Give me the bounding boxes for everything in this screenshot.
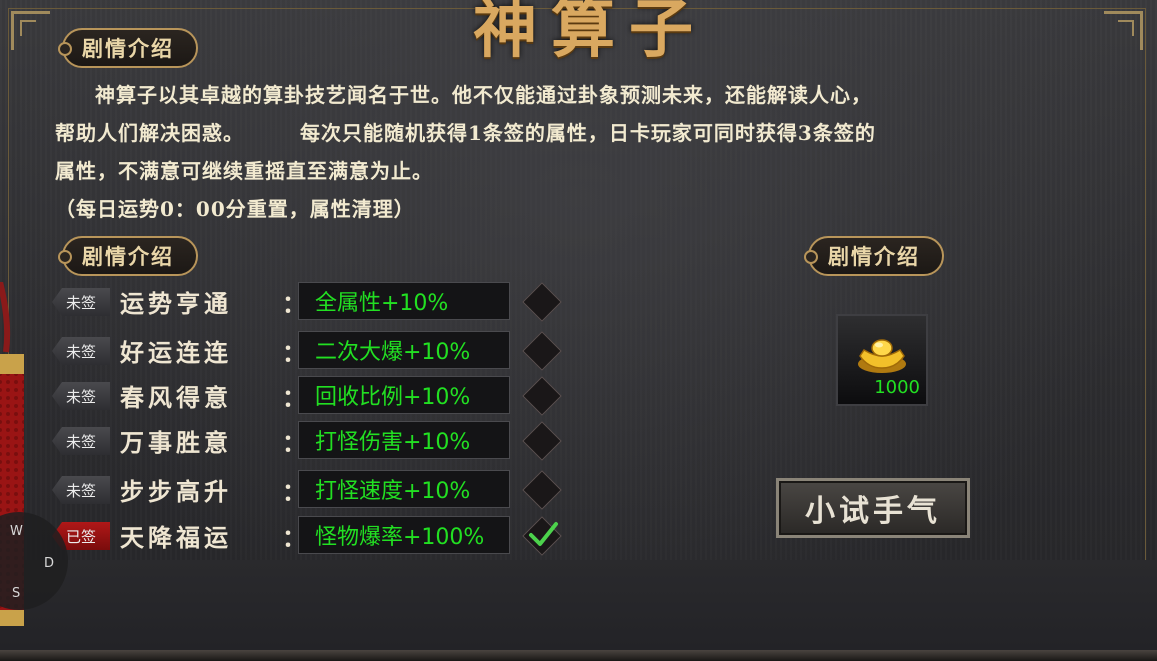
description-line: 属性，不满意可继续重摇直至满意为止。 [55, 159, 433, 183]
unchecked-diamond-icon[interactable] [522, 470, 562, 510]
joystick-key-right: D [44, 556, 55, 571]
try-luck-button[interactable]: 小试手气 [776, 478, 970, 538]
sign-status-tag: 未签 [52, 427, 110, 455]
fortune-row: 未签 万事胜意 ： 打怪伤害+10% [50, 421, 570, 461]
sign-status-tag: 未签 [52, 476, 110, 504]
fortune-row: 未签 春风得意 ： 回收比例+10% [50, 376, 570, 416]
fortune-attribute: 怪物爆率+100% [298, 516, 510, 554]
fortune-attribute: 二次大爆+10% [298, 331, 510, 369]
fortune-attribute: 回收比例+10% [298, 376, 510, 414]
unchecked-diamond-icon[interactable] [522, 376, 562, 416]
section-title-label: 剧情介绍 [828, 244, 920, 269]
panel-title: 神算子 [473, 0, 707, 67]
unchecked-diamond-icon[interactable] [522, 282, 562, 322]
unchecked-diamond-icon[interactable] [522, 331, 562, 371]
bottom-band [0, 560, 1157, 661]
joystick-key-up: W [10, 524, 23, 539]
description-line: 每次只能随机获得1条签的属性，日卡玩家可同时获得3条签的 [300, 121, 876, 145]
knot-ornament-icon [58, 42, 72, 56]
sign-status-tag: 未签 [52, 288, 110, 316]
fortune-name: 天降福运 [120, 523, 232, 552]
knot-ornament-icon [804, 250, 818, 264]
fortune-name: 万事胜意 [120, 428, 232, 457]
sign-status-tag: 未签 [52, 337, 110, 365]
frame-corner-ornament [11, 11, 50, 50]
description-line: 神算子以其卓越的算卦技艺闻名于世。他不仅能通过卦象预测未来，还能解读人心， [95, 83, 872, 107]
frame-corner-ornament [1104, 11, 1143, 50]
fortune-row: 已签 天降福运 ： 怪物爆率+100% [50, 516, 570, 556]
story-description: 神算子以其卓越的算卦技艺闻名于世。他不仅能通过卦象预测未来，还能解读人心， 帮助… [55, 76, 1095, 228]
sign-status-tag: 未签 [52, 382, 110, 410]
reward-item-slot[interactable]: 1000 [836, 314, 928, 406]
fortune-row: 未签 运势亨通 ： 全属性+10% [50, 282, 570, 322]
unchecked-diamond-icon[interactable] [522, 421, 562, 461]
fortune-name: 运势亨通 [120, 289, 232, 318]
joystick-key-down: S [12, 586, 21, 601]
section-title-label: 剧情介绍 [82, 36, 174, 61]
section-title-label: 剧情介绍 [82, 244, 174, 269]
section-title-story: 剧情介绍 [58, 28, 198, 68]
knot-ornament-icon [58, 250, 72, 264]
section-title-reward: 剧情介绍 [804, 236, 944, 276]
fortune-attribute: 全属性+10% [298, 282, 510, 320]
bottom-border [0, 650, 1157, 661]
fortune-attribute: 打怪速度+10% [298, 470, 510, 508]
fortune-name: 春风得意 [120, 383, 232, 412]
fortune-row: 未签 步步高升 ： 打怪速度+10% [50, 470, 570, 510]
section-title-attributes: 剧情介绍 [58, 236, 198, 276]
fortune-name: 步步高升 [120, 477, 232, 506]
reward-count: 1000 [874, 377, 920, 398]
fortune-row: 未签 好运连连 ： 二次大爆+10% [50, 331, 570, 371]
reset-note: （每日运势0：00分重置，属性清理） [55, 197, 415, 221]
fortune-panel: 神算子 剧情介绍 神算子以其卓越的算卦技艺闻名于世。他不仅能通过卦象预测未来，还… [0, 0, 1157, 661]
fortune-attribute: 打怪伤害+10% [298, 421, 510, 459]
description-line: 帮助人们解决困惑。 [55, 121, 244, 145]
fortune-name: 好运连连 [120, 338, 232, 367]
checkmark-icon [529, 522, 558, 546]
